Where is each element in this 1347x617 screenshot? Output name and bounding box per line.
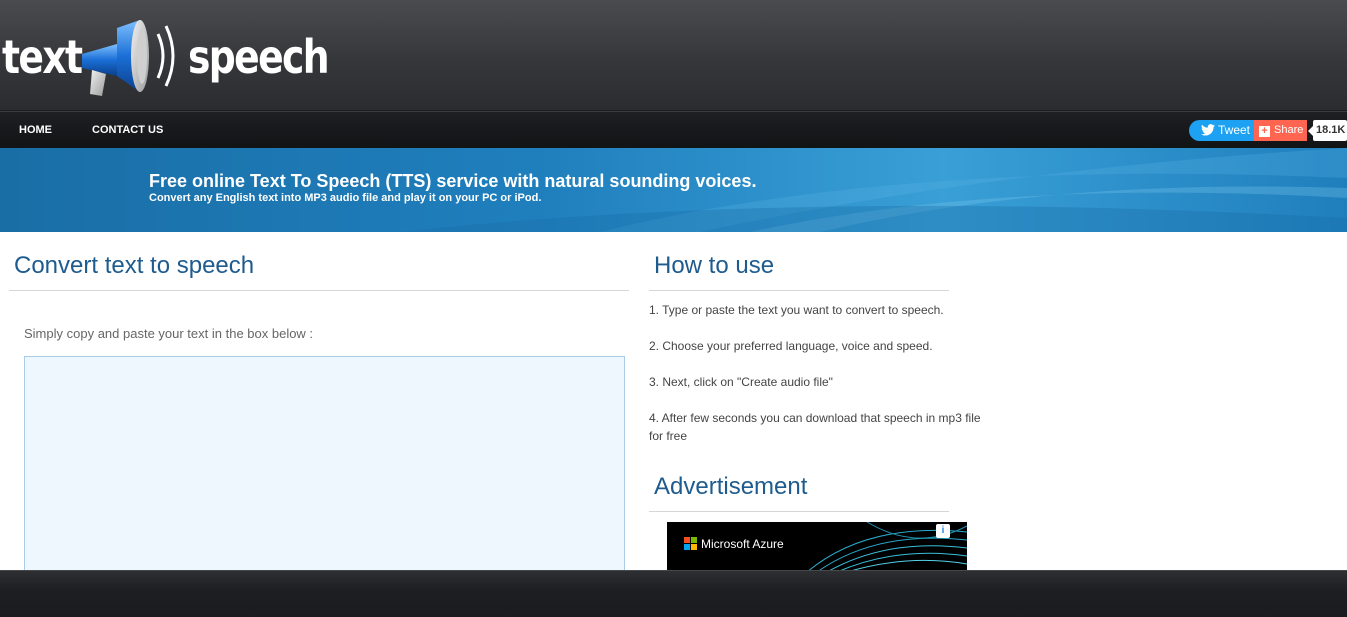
logo-text-left: text bbox=[2, 30, 83, 84]
site-logo[interactable]: text speech bbox=[2, 14, 330, 104]
instruction-text: Simply copy and paste your text in the b… bbox=[24, 326, 314, 341]
step-1: 1. Type or paste the text you want to co… bbox=[649, 303, 944, 317]
site-header: text speech bbox=[0, 0, 1347, 111]
megaphone-icon bbox=[82, 20, 175, 96]
tweet-label: Tweet bbox=[1218, 123, 1251, 137]
nav-home-link[interactable]: HOME bbox=[19, 112, 52, 148]
banner-subtitle: Convert any English text into MP3 audio … bbox=[149, 192, 542, 204]
microsoft-logo-icon bbox=[684, 537, 698, 551]
advertisement-divider bbox=[649, 511, 949, 512]
banner-title: Free online Text To Speech (TTS) service… bbox=[149, 171, 757, 191]
share-label: Share bbox=[1274, 124, 1304, 136]
info-icon[interactable]: i bbox=[936, 524, 950, 538]
text-input-area[interactable] bbox=[24, 356, 625, 586]
how-to-use-heading: How to use bbox=[654, 252, 775, 279]
convert-heading: Convert text to speech bbox=[14, 252, 255, 279]
plus-icon: + bbox=[1259, 126, 1270, 137]
logo-text-right: speech bbox=[188, 30, 330, 84]
share-count-badge: 18.1K bbox=[1308, 120, 1347, 141]
share-button[interactable]: + Share bbox=[1254, 120, 1307, 141]
hero-banner: Free online Text To Speech (TTS) service… bbox=[0, 148, 1347, 232]
step-4: 4. After few seconds you can download th… bbox=[649, 411, 981, 443]
twitter-bird-icon bbox=[1201, 124, 1215, 136]
main-nav: HOME CONTACT US Tweet + Share 18.1K bbox=[0, 111, 1347, 148]
ad-text: Microsoft Azure bbox=[701, 537, 784, 551]
heading-divider bbox=[9, 290, 629, 291]
advertisement-heading: Advertisement bbox=[654, 473, 808, 500]
step-2: 2. Choose your preferred language, voice… bbox=[649, 339, 933, 353]
step-3: 3. Next, click on "Create audio file" bbox=[649, 375, 833, 389]
advertisement-banner[interactable]: Microsoft Azure i bbox=[667, 522, 967, 572]
page-footer-bar bbox=[0, 570, 1347, 617]
tweet-button[interactable]: Tweet bbox=[1189, 120, 1255, 141]
how-to-use-divider bbox=[649, 290, 949, 291]
nav-contact-link[interactable]: CONTACT US bbox=[92, 112, 163, 148]
